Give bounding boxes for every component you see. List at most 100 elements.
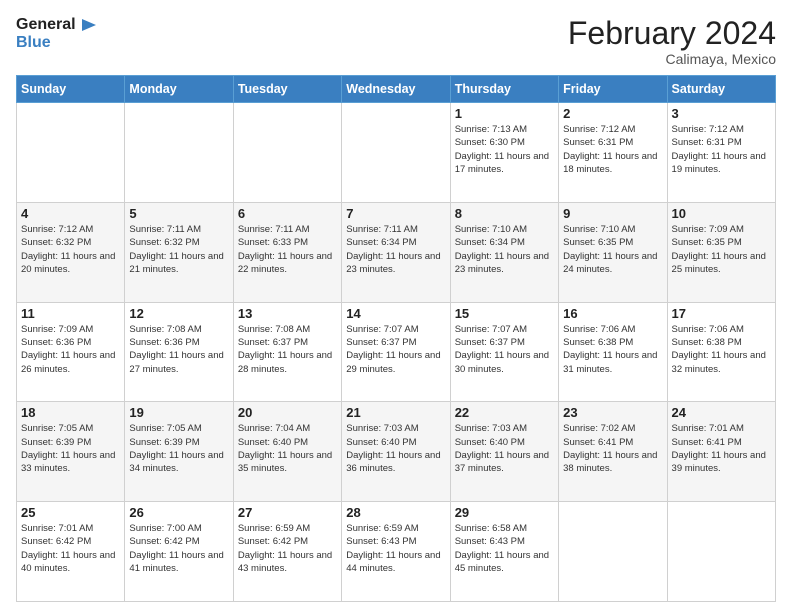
table-cell: 9 Sunrise: 7:10 AM Sunset: 6:35 PM Daylig… bbox=[559, 202, 667, 302]
day-info: Sunrise: 7:08 AM Sunset: 6:37 PM Dayligh… bbox=[238, 323, 337, 376]
day-info: Sunrise: 7:07 AM Sunset: 6:37 PM Dayligh… bbox=[346, 323, 445, 376]
day-number: 5 bbox=[129, 206, 228, 221]
day-info: Sunrise: 7:08 AM Sunset: 6:36 PM Dayligh… bbox=[129, 323, 228, 376]
day-info: Sunrise: 7:13 AM Sunset: 6:30 PM Dayligh… bbox=[455, 123, 554, 176]
header-right: February 2024 Calimaya, Mexico bbox=[568, 16, 776, 67]
day-number: 28 bbox=[346, 505, 445, 520]
table-cell: 5 Sunrise: 7:11 AM Sunset: 6:32 PM Daylig… bbox=[125, 202, 233, 302]
day-info: Sunrise: 7:12 AM Sunset: 6:32 PM Dayligh… bbox=[21, 223, 120, 276]
day-number: 13 bbox=[238, 306, 337, 321]
day-info: Sunrise: 7:05 AM Sunset: 6:39 PM Dayligh… bbox=[129, 422, 228, 475]
day-number: 15 bbox=[455, 306, 554, 321]
table-cell: 26 Sunrise: 7:00 AM Sunset: 6:42 PM Dayli… bbox=[125, 502, 233, 602]
day-number: 18 bbox=[21, 405, 120, 420]
day-number: 6 bbox=[238, 206, 337, 221]
day-info: Sunrise: 7:11 AM Sunset: 6:33 PM Dayligh… bbox=[238, 223, 337, 276]
table-cell bbox=[342, 103, 450, 203]
day-number: 21 bbox=[346, 405, 445, 420]
col-tuesday: Tuesday bbox=[233, 76, 341, 103]
calendar-header-row: Sunday Monday Tuesday Wednesday Thursday… bbox=[17, 76, 776, 103]
table-cell bbox=[667, 502, 775, 602]
table-cell: 1 Sunrise: 7:13 AM Sunset: 6:30 PM Daylig… bbox=[450, 103, 558, 203]
col-sunday: Sunday bbox=[17, 76, 125, 103]
day-info: Sunrise: 7:03 AM Sunset: 6:40 PM Dayligh… bbox=[346, 422, 445, 475]
day-info: Sunrise: 7:06 AM Sunset: 6:38 PM Dayligh… bbox=[563, 323, 662, 376]
week-row-5: 25 Sunrise: 7:01 AM Sunset: 6:42 PM Dayli… bbox=[17, 502, 776, 602]
day-info: Sunrise: 7:10 AM Sunset: 6:35 PM Dayligh… bbox=[563, 223, 662, 276]
day-info: Sunrise: 7:00 AM Sunset: 6:42 PM Dayligh… bbox=[129, 522, 228, 575]
location: Calimaya, Mexico bbox=[568, 51, 776, 67]
day-info: Sunrise: 7:09 AM Sunset: 6:35 PM Dayligh… bbox=[672, 223, 771, 276]
table-cell: 16 Sunrise: 7:06 AM Sunset: 6:38 PM Dayli… bbox=[559, 302, 667, 402]
day-info: Sunrise: 7:03 AM Sunset: 6:40 PM Dayligh… bbox=[455, 422, 554, 475]
table-cell: 19 Sunrise: 7:05 AM Sunset: 6:39 PM Dayli… bbox=[125, 402, 233, 502]
day-info: Sunrise: 7:11 AM Sunset: 6:34 PM Dayligh… bbox=[346, 223, 445, 276]
day-number: 19 bbox=[129, 405, 228, 420]
day-info: Sunrise: 7:01 AM Sunset: 6:41 PM Dayligh… bbox=[672, 422, 771, 475]
day-number: 10 bbox=[672, 206, 771, 221]
table-cell: 7Sunrise: 7:11 AM Sunset: 6:34 PM Daylig… bbox=[342, 202, 450, 302]
table-cell: 6 Sunrise: 7:11 AM Sunset: 6:33 PM Daylig… bbox=[233, 202, 341, 302]
table-cell: 11Sunrise: 7:09 AM Sunset: 6:36 PM Dayli… bbox=[17, 302, 125, 402]
day-number: 2 bbox=[563, 106, 662, 121]
day-info: Sunrise: 7:06 AM Sunset: 6:38 PM Dayligh… bbox=[672, 323, 771, 376]
table-cell: 3 Sunrise: 7:12 AM Sunset: 6:31 PM Daylig… bbox=[667, 103, 775, 203]
table-cell: 14 Sunrise: 7:07 AM Sunset: 6:37 PM Dayli… bbox=[342, 302, 450, 402]
table-cell: 29 Sunrise: 6:58 AM Sunset: 6:43 PM Dayli… bbox=[450, 502, 558, 602]
table-cell: 20Sunrise: 7:04 AM Sunset: 6:40 PM Dayli… bbox=[233, 402, 341, 502]
day-info: Sunrise: 7:12 AM Sunset: 6:31 PM Dayligh… bbox=[672, 123, 771, 176]
table-cell: 25 Sunrise: 7:01 AM Sunset: 6:42 PM Dayli… bbox=[17, 502, 125, 602]
table-cell: 27Sunrise: 6:59 AM Sunset: 6:42 PM Dayli… bbox=[233, 502, 341, 602]
day-number: 12 bbox=[129, 306, 228, 321]
day-info: Sunrise: 7:07 AM Sunset: 6:37 PM Dayligh… bbox=[455, 323, 554, 376]
calendar-page: General Blue February 2024 Calimaya, Mex… bbox=[0, 0, 792, 612]
table-cell: 18 Sunrise: 7:05 AM Sunset: 6:39 PM Dayli… bbox=[17, 402, 125, 502]
day-number: 29 bbox=[455, 505, 554, 520]
col-friday: Friday bbox=[559, 76, 667, 103]
day-info: Sunrise: 7:10 AM Sunset: 6:34 PM Dayligh… bbox=[455, 223, 554, 276]
logo-general: General bbox=[16, 16, 76, 34]
header: General Blue February 2024 Calimaya, Mex… bbox=[16, 16, 776, 67]
week-row-3: 11Sunrise: 7:09 AM Sunset: 6:36 PM Dayli… bbox=[17, 302, 776, 402]
table-cell: 12 Sunrise: 7:08 AM Sunset: 6:36 PM Dayli… bbox=[125, 302, 233, 402]
day-info: Sunrise: 7:01 AM Sunset: 6:42 PM Dayligh… bbox=[21, 522, 120, 575]
day-number: 27 bbox=[238, 505, 337, 520]
day-info: Sunrise: 6:58 AM Sunset: 6:43 PM Dayligh… bbox=[455, 522, 554, 575]
table-cell: 2 Sunrise: 7:12 AM Sunset: 6:31 PM Daylig… bbox=[559, 103, 667, 203]
table-cell bbox=[559, 502, 667, 602]
day-info: Sunrise: 7:05 AM Sunset: 6:39 PM Dayligh… bbox=[21, 422, 120, 475]
table-cell: 15 Sunrise: 7:07 AM Sunset: 6:37 PM Dayli… bbox=[450, 302, 558, 402]
day-number: 26 bbox=[129, 505, 228, 520]
table-cell: 24 Sunrise: 7:01 AM Sunset: 6:41 PM Dayli… bbox=[667, 402, 775, 502]
col-monday: Monday bbox=[125, 76, 233, 103]
day-number: 14 bbox=[346, 306, 445, 321]
day-number: 20 bbox=[238, 405, 337, 420]
day-number: 16 bbox=[563, 306, 662, 321]
day-number: 22 bbox=[455, 405, 554, 420]
table-cell bbox=[17, 103, 125, 203]
day-info: Sunrise: 7:11 AM Sunset: 6:32 PM Dayligh… bbox=[129, 223, 228, 276]
table-cell: 17Sunrise: 7:06 AM Sunset: 6:38 PM Dayli… bbox=[667, 302, 775, 402]
table-cell: 4Sunrise: 7:12 AM Sunset: 6:32 PM Daylig… bbox=[17, 202, 125, 302]
logo-blue: Blue bbox=[16, 34, 96, 52]
day-number: 9 bbox=[563, 206, 662, 221]
table-cell: 21 Sunrise: 7:03 AM Sunset: 6:40 PM Dayli… bbox=[342, 402, 450, 502]
logo-arrow-icon bbox=[78, 16, 96, 34]
day-number: 23 bbox=[563, 405, 662, 420]
day-info: Sunrise: 7:09 AM Sunset: 6:36 PM Dayligh… bbox=[21, 323, 120, 376]
day-number: 3 bbox=[672, 106, 771, 121]
table-cell bbox=[233, 103, 341, 203]
table-cell bbox=[125, 103, 233, 203]
col-saturday: Saturday bbox=[667, 76, 775, 103]
logo: General Blue bbox=[16, 16, 96, 52]
table-cell: 23 Sunrise: 7:02 AM Sunset: 6:41 PM Dayli… bbox=[559, 402, 667, 502]
day-info: Sunrise: 7:02 AM Sunset: 6:41 PM Dayligh… bbox=[563, 422, 662, 475]
day-number: 25 bbox=[21, 505, 120, 520]
table-cell: 28 Sunrise: 6:59 AM Sunset: 6:43 PM Dayli… bbox=[342, 502, 450, 602]
day-info: Sunrise: 6:59 AM Sunset: 6:43 PM Dayligh… bbox=[346, 522, 445, 575]
day-number: 24 bbox=[672, 405, 771, 420]
table-cell: 13 Sunrise: 7:08 AM Sunset: 6:37 PM Dayli… bbox=[233, 302, 341, 402]
day-info: Sunrise: 7:12 AM Sunset: 6:31 PM Dayligh… bbox=[563, 123, 662, 176]
day-number: 1 bbox=[455, 106, 554, 121]
table-cell: 8Sunrise: 7:10 AM Sunset: 6:34 PM Daylig… bbox=[450, 202, 558, 302]
